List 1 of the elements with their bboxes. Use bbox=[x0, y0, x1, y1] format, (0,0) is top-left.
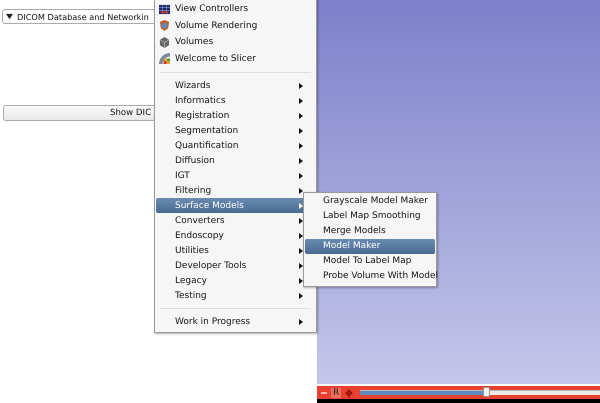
slice-label: R bbox=[331, 388, 342, 398]
